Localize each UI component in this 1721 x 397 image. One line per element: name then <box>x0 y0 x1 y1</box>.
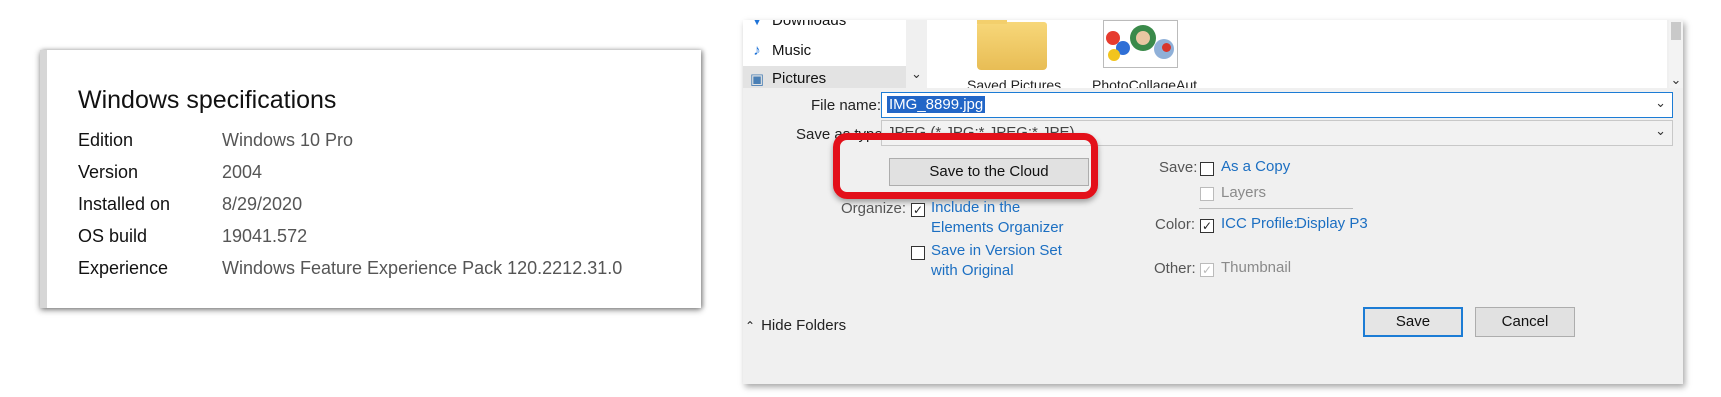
specs-title: Windows specifications <box>78 86 337 114</box>
folder-icon[interactable] <box>977 20 1047 70</box>
music-note-icon: ♪ <box>753 42 761 59</box>
as-copy-label[interactable]: As a Copy <box>1221 157 1290 177</box>
layers-label: Layers <box>1221 184 1267 201</box>
cancel-button[interactable]: Cancel <box>1475 307 1575 337</box>
spec-value: 19041.572 <box>222 226 308 246</box>
nav-item-label: Music <box>772 42 812 59</box>
save-options-label: Save: <box>1159 159 1198 176</box>
download-icon: ▼ <box>749 20 765 29</box>
thumbnail-checkbox[interactable]: ✓ <box>1200 263 1214 277</box>
as-copy-checkbox[interactable] <box>1200 162 1214 176</box>
spec-row-edition: Edition Windows 10 Pro <box>78 130 698 158</box>
include-organizer-checkbox[interactable]: ✓ <box>911 203 925 217</box>
spec-key: Edition <box>78 130 134 150</box>
version-set-label-line1[interactable]: Save in Version Set <box>931 241 1062 261</box>
spec-key: Installed on <box>78 194 171 214</box>
options-divider <box>1199 208 1353 209</box>
spec-key: Version <box>78 162 139 182</box>
hide-folders-toggle[interactable]: ⌃ Hide Folders <box>745 317 846 334</box>
windows-specifications-card: Windows specifications Edition Windows 1… <box>40 50 701 308</box>
image-thumbnail-icon[interactable] <box>1103 20 1178 68</box>
navigation-pane[interactable]: ▼ Downloads ♪ Music ▣ Pictures <box>743 20 906 88</box>
nav-item-pictures[interactable]: ▣ Pictures <box>750 70 827 88</box>
spec-value: 2004 <box>222 162 263 182</box>
spec-value: 8/29/2020 <box>222 194 303 214</box>
chevron-down-icon[interactable]: ⌄ <box>1655 95 1666 111</box>
spec-key: Experience <box>78 258 169 278</box>
save-button[interactable]: Save <box>1363 307 1463 337</box>
file-label-photocollage[interactable]: PhotoCollageAut <box>1092 77 1197 88</box>
layers-checkbox[interactable] <box>1200 187 1214 201</box>
save-to-cloud-button[interactable]: Save to the Cloud <box>889 158 1089 186</box>
spec-row-experience: Experience Windows Feature Experience Pa… <box>78 258 698 286</box>
spec-value: Windows 10 Pro <box>222 130 354 150</box>
chevron-up-icon: ⌃ <box>745 319 756 333</box>
color-label: Color: <box>1155 216 1196 233</box>
icc-profile-label[interactable]: ICC Profile: <box>1221 214 1298 234</box>
icc-profile-checkbox[interactable]: ✓ <box>1200 219 1214 233</box>
spec-row-version: Version 2004 <box>78 162 698 190</box>
nav-item-label: Pictures <box>772 70 827 87</box>
icc-profile-value: Display P3 <box>1296 215 1368 232</box>
chevron-down-icon[interactable]: ⌄ <box>1655 123 1666 139</box>
other-label: Other: <box>1154 260 1196 277</box>
nav-item-downloads[interactable]: ▼ Downloads <box>750 20 847 29</box>
include-organizer-label-line1[interactable]: Include in the <box>931 198 1020 218</box>
spec-row-os-build: OS build 19041.572 <box>78 226 698 254</box>
hide-folders-label: Hide Folders <box>761 317 847 334</box>
version-set-checkbox[interactable] <box>911 246 925 260</box>
file-name-field[interactable]: IMG_8899.jpg ⌄ <box>881 92 1673 118</box>
scroll-down-icon[interactable]: ⌄ <box>1669 72 1683 88</box>
scrollbar-thumb[interactable] <box>1671 22 1681 40</box>
organize-label: Organize: <box>841 200 907 217</box>
version-set-label-line2[interactable]: with Original <box>931 261 1014 281</box>
spec-key: OS build <box>78 226 148 246</box>
spec-value: Windows Feature Experience Pack 120.2212… <box>222 258 623 278</box>
files-scrollbar[interactable]: ⌄ <box>1669 20 1683 88</box>
file-name-label: File name: <box>811 97 882 114</box>
nav-scroll-down-icon[interactable]: ⌄ <box>911 66 922 82</box>
file-name-value[interactable]: IMG_8899.jpg <box>887 96 986 113</box>
save-as-dialog: ▼ Downloads ♪ Music ▣ Pictures ⌄ Saved P… <box>743 20 1683 384</box>
nav-item-label: Downloads <box>772 20 847 29</box>
include-organizer-label-line2[interactable]: Elements Organizer <box>931 218 1064 238</box>
files-pane[interactable]: Saved Pictures PhotoCollageAut <box>927 20 1667 88</box>
nav-item-music[interactable]: ♪ Music <box>753 42 812 59</box>
pictures-icon: ▣ <box>749 71 765 88</box>
thumbnail-label: Thumbnail <box>1221 259 1292 276</box>
spec-row-installed-on: Installed on 8/29/2020 <box>78 194 698 222</box>
file-label-saved-pictures[interactable]: Saved Pictures <box>967 77 1061 88</box>
